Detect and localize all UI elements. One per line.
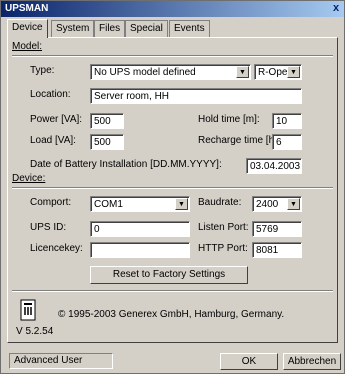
device-tab-panel: Model: Type: No UPS model defined ▼ R-Op… xyxy=(7,37,338,343)
chevron-down-icon[interactable]: ▼ xyxy=(287,66,300,78)
copyright-text: © 1995-2003 Generex GmbH, Hamburg, Germa… xyxy=(58,309,285,320)
model-section-heading: Model: xyxy=(12,41,43,52)
chevron-down-icon[interactable]: ▼ xyxy=(236,66,249,78)
chevron-down-icon[interactable]: ▼ xyxy=(287,198,300,210)
version-text: V 5.2.54 xyxy=(16,326,54,337)
battery-date-input[interactable]: 03.04.2003 xyxy=(246,158,302,174)
http-port-label: HTTP Port: xyxy=(198,243,248,254)
title-bar: UPSMAN x xyxy=(1,1,344,17)
hold-time-label: Hold time [m]: xyxy=(198,114,260,125)
comport-label: Comport: xyxy=(30,197,72,208)
device-divider xyxy=(12,187,333,189)
window-title: UPSMAN xyxy=(5,3,49,14)
baudrate-select[interactable]: 2400 ▼ xyxy=(252,196,302,212)
battery-date-label: Date of Battery Installation [DD.MM.YYYY… xyxy=(30,159,222,170)
user-level-status: Advanced User xyxy=(9,353,113,369)
load-label: Load [VA]: xyxy=(30,135,76,146)
listen-port-input[interactable]: 5769 xyxy=(252,221,302,237)
recharge-time-label: Recharge time [h]: xyxy=(198,135,280,146)
baudrate-value: 2400 xyxy=(256,199,279,210)
location-label: Location: xyxy=(30,89,71,100)
type-label: Type: xyxy=(30,65,55,76)
licencekey-input[interactable] xyxy=(90,242,190,258)
baudrate-label: Baudrate: xyxy=(198,197,242,208)
tab-files[interactable]: Files xyxy=(94,20,126,37)
tab-special[interactable]: Special xyxy=(125,20,168,37)
power-label: Power [VA]: xyxy=(30,114,83,125)
load-input[interactable]: 500 xyxy=(90,134,124,150)
tab-system[interactable]: System xyxy=(51,20,95,37)
model-divider xyxy=(12,55,333,57)
ups-device-icon xyxy=(20,299,36,321)
comport-select[interactable]: COM1 ▼ xyxy=(90,196,190,212)
mode-select[interactable]: R-Open ▼ xyxy=(254,64,302,80)
power-input[interactable]: 500 xyxy=(90,113,124,129)
listen-port-label: Listen Port: xyxy=(198,222,249,233)
ups-model-select[interactable]: No UPS model defined ▼ xyxy=(90,64,251,80)
ups-id-input[interactable]: 0 xyxy=(90,221,190,237)
location-input[interactable]: Server room, HH xyxy=(90,88,302,104)
licencekey-label: Licencekey: xyxy=(30,243,83,254)
device-section-heading: Device: xyxy=(12,173,46,184)
comport-value: COM1 xyxy=(94,199,123,210)
close-button[interactable]: x xyxy=(329,2,343,15)
ok-button[interactable]: OK xyxy=(220,353,278,370)
reset-factory-settings-button[interactable]: Reset to Factory Settings xyxy=(90,266,248,284)
upsman-window: UPSMAN x Device System Files Special Eve… xyxy=(0,0,345,374)
recharge-time-input[interactable]: 6 xyxy=(272,134,302,150)
tab-events[interactable]: Events xyxy=(169,20,210,37)
hold-time-input[interactable]: 10 xyxy=(272,113,302,129)
ups-model-value: No UPS model defined xyxy=(94,67,196,78)
chevron-down-icon[interactable]: ▼ xyxy=(175,198,188,210)
about-divider xyxy=(12,290,333,292)
tab-device[interactable]: Device xyxy=(7,19,48,38)
cancel-button[interactable]: Abbrechen xyxy=(283,353,341,370)
ups-id-label: UPS ID: xyxy=(30,222,67,233)
http-port-input[interactable]: 8081 xyxy=(252,242,302,258)
